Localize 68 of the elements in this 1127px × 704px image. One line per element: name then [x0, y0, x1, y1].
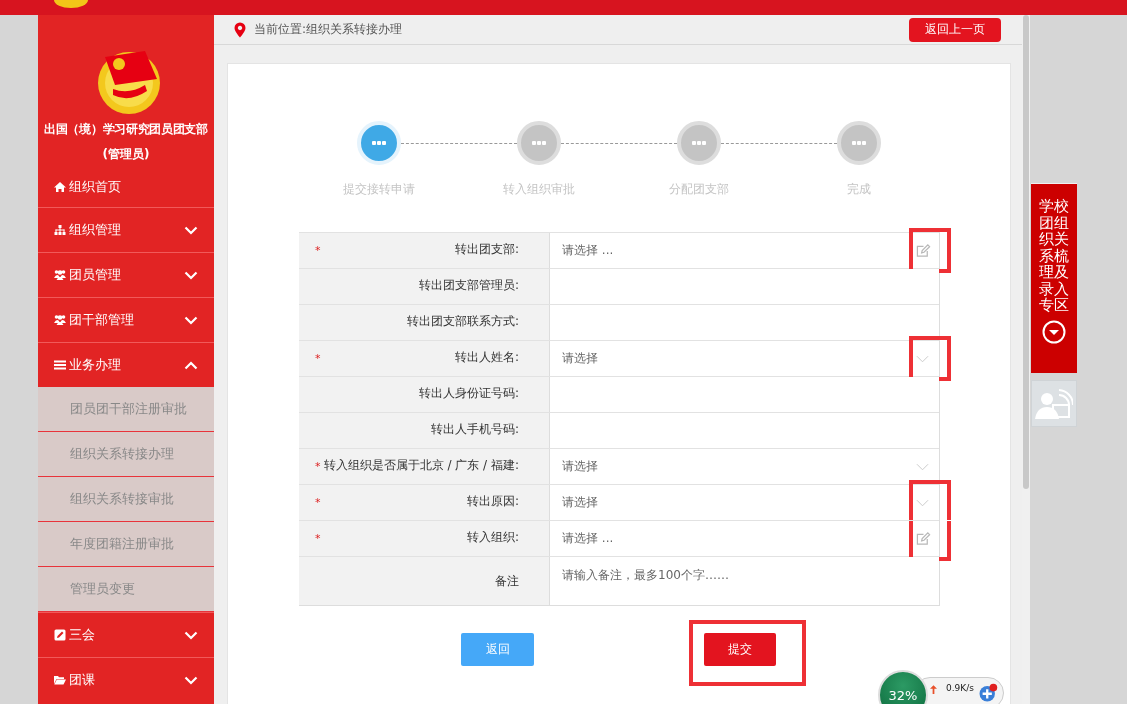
scrollbar-thumb[interactable]	[1023, 15, 1029, 489]
picker-field[interactable]: 请选择 ...	[550, 521, 939, 556]
edit-icon	[916, 243, 931, 258]
chevron-down-icon	[184, 630, 198, 640]
breadcrumb-text: 当前位置:组织关系转接办理	[254, 21, 404, 38]
location-pin-icon	[234, 21, 246, 38]
back-button[interactable]: 返回	[461, 633, 534, 666]
picker-field[interactable]: 请选择 ...	[550, 233, 939, 268]
sitemap-icon	[54, 224, 66, 236]
side-banner[interactable]: 学校团组织关系梳理及录入专区	[1031, 183, 1077, 373]
organization-title: 出国（境）学习研究团员团支部	[44, 121, 208, 138]
nav-label: 组织首页	[69, 178, 122, 196]
submenu-item[interactable]: 团员团干部注册审批	[38, 387, 214, 432]
field-label: 转出团支部联系方式:	[406, 313, 519, 330]
submenu-item[interactable]: 组织关系转接审批	[38, 477, 214, 522]
required-mark: *	[315, 496, 321, 509]
field-label: 转出人姓名:	[454, 349, 519, 366]
edit-icon	[916, 531, 931, 546]
upload-arrow-icon	[930, 685, 937, 694]
field-label: 转出团支部:	[454, 241, 519, 258]
nav-label: 团员管理	[69, 266, 122, 284]
nav-item[interactable]: 组织首页	[38, 167, 214, 207]
home-icon	[54, 181, 66, 193]
chevron-down-icon	[184, 225, 198, 235]
users-icon	[54, 314, 66, 326]
nav-label: 团课	[69, 671, 96, 689]
dropdown-circle-icon	[1042, 319, 1066, 344]
nav-label: 组织管理	[69, 221, 122, 239]
select-field[interactable]: 请选择	[550, 449, 939, 484]
consult-button[interactable]	[1031, 380, 1077, 427]
required-mark: *	[315, 532, 321, 545]
edit-icon	[54, 629, 66, 641]
required-mark: *	[315, 352, 321, 365]
logo-icon	[54, 0, 88, 8]
field-label: 转入组织:	[466, 529, 519, 546]
add-icon[interactable]	[977, 683, 998, 703]
chevron-down-icon	[916, 498, 929, 507]
users-icon	[54, 269, 66, 281]
required-mark: *	[315, 244, 321, 257]
field-label: 转出团支部管理员:	[418, 277, 519, 294]
field-label: 转出人身份证号码:	[418, 385, 519, 402]
chevron-down-icon	[916, 354, 929, 363]
upload-speed-text: 0.9K/s	[946, 683, 974, 693]
presenter-icon	[1035, 386, 1073, 421]
nav-label: 业务办理	[69, 356, 122, 374]
nav-label: 团干部管理	[69, 311, 135, 329]
submit-button[interactable]: 提交	[704, 633, 776, 666]
select-field[interactable]: 请选择	[550, 485, 939, 520]
role-label: (管理员)	[102, 146, 150, 163]
chevron-down-icon	[184, 675, 198, 685]
field-label: 转出人手机号码:	[430, 421, 519, 438]
chevron-down-icon	[916, 462, 929, 471]
back-button[interactable]: 返回上一页	[909, 17, 1001, 42]
required-mark: *	[315, 460, 321, 473]
chevron-up-icon	[184, 360, 198, 370]
chevron-down-icon	[184, 315, 198, 325]
nav-label: 三会	[69, 626, 96, 644]
select-field[interactable]: 请选择	[550, 341, 939, 376]
submenu-item[interactable]: 年度团籍注册审批	[38, 522, 214, 567]
step-label: 完成	[847, 181, 871, 198]
field-label: 转出原因:	[466, 493, 519, 510]
submenu-item[interactable]: 组织关系转接办理	[38, 432, 214, 477]
field-label: 备注	[495, 573, 519, 590]
field-label: 转入组织是否属于北京 / 广东 / 福建:	[323, 457, 519, 474]
menu-icon	[54, 359, 66, 371]
submenu-item[interactable]: 管理员变更	[38, 567, 214, 612]
folder-icon	[54, 674, 66, 686]
chevron-down-icon	[184, 270, 198, 280]
